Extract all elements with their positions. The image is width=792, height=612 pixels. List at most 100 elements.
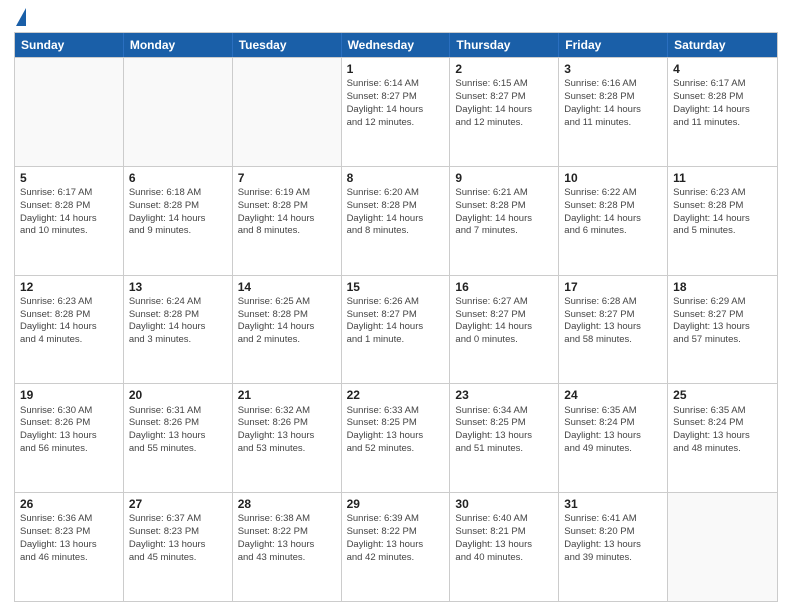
cell-info: Sunset: 8:27 PM	[455, 91, 553, 104]
calendar-cell	[124, 58, 233, 166]
cell-date: 16	[455, 279, 553, 295]
cell-info: Sunset: 8:28 PM	[564, 91, 662, 104]
cell-info: Sunrise: 6:35 AM	[673, 405, 772, 418]
cell-info: Sunrise: 6:16 AM	[564, 78, 662, 91]
logo	[14, 10, 26, 26]
cell-date: 3	[564, 61, 662, 77]
cell-date: 7	[238, 170, 336, 186]
cell-info: and 57 minutes.	[673, 334, 772, 347]
cell-info: Sunrise: 6:21 AM	[455, 187, 553, 200]
cell-info: Sunset: 8:28 PM	[673, 91, 772, 104]
cell-info: Sunrise: 6:18 AM	[129, 187, 227, 200]
cell-info: Sunset: 8:27 PM	[564, 309, 662, 322]
cell-info: Sunset: 8:22 PM	[238, 526, 336, 539]
cell-info: Daylight: 13 hours	[673, 430, 772, 443]
cell-date: 22	[347, 387, 445, 403]
cell-info: Sunrise: 6:29 AM	[673, 296, 772, 309]
cell-info: Daylight: 14 hours	[20, 321, 118, 334]
header	[14, 10, 778, 26]
cell-info: and 39 minutes.	[564, 552, 662, 565]
cell-date: 25	[673, 387, 772, 403]
cell-info: Sunrise: 6:41 AM	[564, 513, 662, 526]
calendar-body: 1Sunrise: 6:14 AMSunset: 8:27 PMDaylight…	[15, 57, 777, 601]
calendar-cell: 31Sunrise: 6:41 AMSunset: 8:20 PMDayligh…	[559, 493, 668, 601]
cell-info: and 2 minutes.	[238, 334, 336, 347]
cell-info: Daylight: 13 hours	[347, 430, 445, 443]
cell-info: Daylight: 13 hours	[455, 430, 553, 443]
calendar-row: 19Sunrise: 6:30 AMSunset: 8:26 PMDayligh…	[15, 383, 777, 492]
calendar-cell: 2Sunrise: 6:15 AMSunset: 8:27 PMDaylight…	[450, 58, 559, 166]
cell-info: Daylight: 14 hours	[347, 321, 445, 334]
cell-info: and 46 minutes.	[20, 552, 118, 565]
cell-info: Sunrise: 6:25 AM	[238, 296, 336, 309]
calendar-cell: 7Sunrise: 6:19 AMSunset: 8:28 PMDaylight…	[233, 167, 342, 275]
day-header: Friday	[559, 33, 668, 57]
cell-info: Sunset: 8:28 PM	[238, 309, 336, 322]
calendar-cell: 9Sunrise: 6:21 AMSunset: 8:28 PMDaylight…	[450, 167, 559, 275]
cell-info: and 8 minutes.	[347, 225, 445, 238]
cell-date: 9	[455, 170, 553, 186]
cell-info: Sunset: 8:27 PM	[455, 309, 553, 322]
cell-info: Sunrise: 6:26 AM	[347, 296, 445, 309]
cell-info: and 5 minutes.	[673, 225, 772, 238]
cell-info: and 4 minutes.	[20, 334, 118, 347]
calendar-row: 5Sunrise: 6:17 AMSunset: 8:28 PMDaylight…	[15, 166, 777, 275]
cell-info: Sunrise: 6:22 AM	[564, 187, 662, 200]
cell-info: Sunset: 8:26 PM	[20, 417, 118, 430]
cell-info: Sunrise: 6:20 AM	[347, 187, 445, 200]
cell-info: Sunrise: 6:19 AM	[238, 187, 336, 200]
cell-info: Daylight: 13 hours	[20, 430, 118, 443]
calendar-cell: 12Sunrise: 6:23 AMSunset: 8:28 PMDayligh…	[15, 276, 124, 384]
cell-info: Sunrise: 6:24 AM	[129, 296, 227, 309]
calendar-cell: 27Sunrise: 6:37 AMSunset: 8:23 PMDayligh…	[124, 493, 233, 601]
calendar-cell: 29Sunrise: 6:39 AMSunset: 8:22 PMDayligh…	[342, 493, 451, 601]
cell-info: Daylight: 13 hours	[20, 539, 118, 552]
cell-info: Sunset: 8:28 PM	[129, 200, 227, 213]
cell-info: Daylight: 14 hours	[238, 321, 336, 334]
cell-info: Daylight: 14 hours	[20, 213, 118, 226]
cell-date: 15	[347, 279, 445, 295]
cell-info: Sunset: 8:28 PM	[20, 309, 118, 322]
cell-date: 31	[564, 496, 662, 512]
cell-date: 2	[455, 61, 553, 77]
cell-date: 26	[20, 496, 118, 512]
cell-info: Sunset: 8:25 PM	[347, 417, 445, 430]
cell-info: Sunrise: 6:31 AM	[129, 405, 227, 418]
cell-date: 27	[129, 496, 227, 512]
cell-date: 13	[129, 279, 227, 295]
cell-info: and 58 minutes.	[564, 334, 662, 347]
cell-info: Sunset: 8:26 PM	[129, 417, 227, 430]
calendar-cell: 4Sunrise: 6:17 AMSunset: 8:28 PMDaylight…	[668, 58, 777, 166]
cell-date: 19	[20, 387, 118, 403]
calendar-cell: 3Sunrise: 6:16 AMSunset: 8:28 PMDaylight…	[559, 58, 668, 166]
cell-date: 6	[129, 170, 227, 186]
cell-info: Sunset: 8:23 PM	[20, 526, 118, 539]
cell-info: Sunset: 8:27 PM	[347, 309, 445, 322]
cell-info: Sunrise: 6:39 AM	[347, 513, 445, 526]
cell-date: 24	[564, 387, 662, 403]
cell-info: and 3 minutes.	[129, 334, 227, 347]
cell-info: and 9 minutes.	[129, 225, 227, 238]
cell-date: 17	[564, 279, 662, 295]
cell-info: Sunset: 8:24 PM	[564, 417, 662, 430]
cell-info: Sunrise: 6:33 AM	[347, 405, 445, 418]
calendar-cell: 30Sunrise: 6:40 AMSunset: 8:21 PMDayligh…	[450, 493, 559, 601]
calendar-cell: 13Sunrise: 6:24 AMSunset: 8:28 PMDayligh…	[124, 276, 233, 384]
calendar-cell	[15, 58, 124, 166]
cell-info: and 56 minutes.	[20, 443, 118, 456]
day-header: Wednesday	[342, 33, 451, 57]
cell-info: and 11 minutes.	[673, 117, 772, 130]
cell-info: Sunset: 8:28 PM	[20, 200, 118, 213]
cell-info: Daylight: 14 hours	[455, 213, 553, 226]
cell-info: Sunset: 8:28 PM	[564, 200, 662, 213]
cell-info: Sunrise: 6:34 AM	[455, 405, 553, 418]
calendar-cell: 20Sunrise: 6:31 AMSunset: 8:26 PMDayligh…	[124, 384, 233, 492]
day-header: Tuesday	[233, 33, 342, 57]
page: SundayMondayTuesdayWednesdayThursdayFrid…	[0, 0, 792, 612]
cell-info: Sunrise: 6:28 AM	[564, 296, 662, 309]
cell-info: and 12 minutes.	[347, 117, 445, 130]
cell-info: Sunset: 8:28 PM	[673, 200, 772, 213]
cell-info: Daylight: 14 hours	[347, 104, 445, 117]
cell-info: and 8 minutes.	[238, 225, 336, 238]
cell-date: 23	[455, 387, 553, 403]
